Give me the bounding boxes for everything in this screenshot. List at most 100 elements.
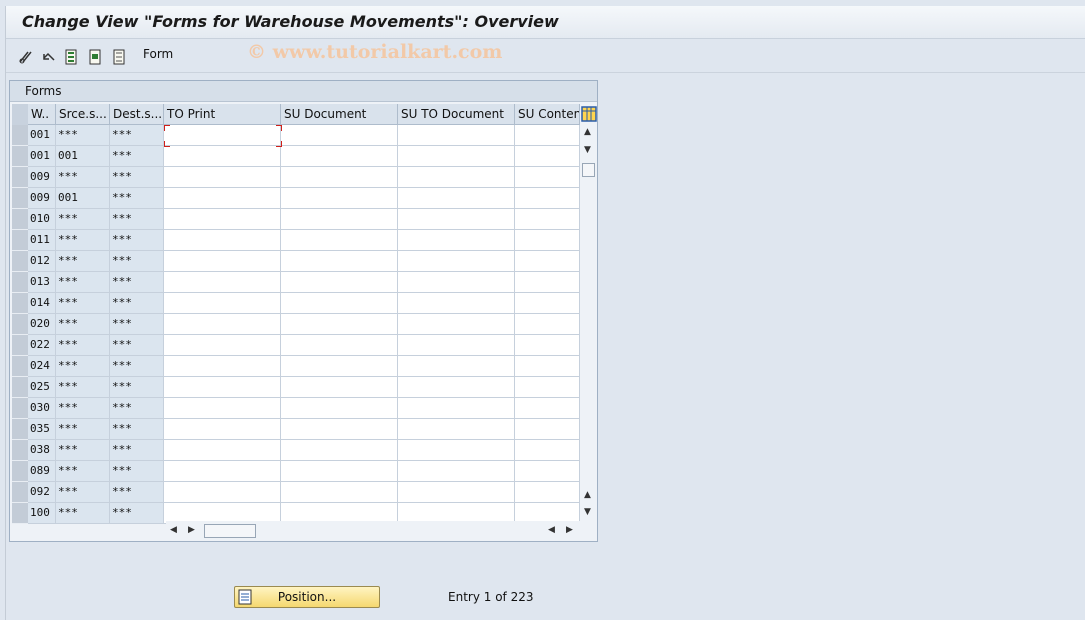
cell-su-document[interactable]	[281, 335, 398, 356]
cell-su-content[interactable]	[515, 377, 580, 398]
cell-su-document[interactable]	[281, 230, 398, 251]
cell-to-print[interactable]	[164, 440, 281, 461]
cell-su-document[interactable]	[281, 251, 398, 272]
cell-su-document[interactable]	[281, 188, 398, 209]
cell-to-print[interactable]	[164, 398, 281, 419]
scroll-end-right-icon[interactable]: ▶	[566, 525, 573, 535]
cell-to-print[interactable]	[164, 293, 281, 314]
row-selector[interactable]	[12, 503, 28, 524]
cell-to-print[interactable]	[164, 251, 281, 272]
cell-su-content[interactable]	[515, 482, 580, 503]
row-selector[interactable]	[12, 419, 28, 440]
cell-su-to-document[interactable]	[398, 230, 515, 251]
cell-to-print[interactable]	[164, 146, 281, 167]
cell-su-content[interactable]	[515, 188, 580, 209]
cell-su-content[interactable]	[515, 314, 580, 335]
scroll-page-up-icon[interactable]: ▲	[584, 490, 591, 500]
select-all-icon[interactable]	[64, 49, 80, 65]
row-selector[interactable]	[12, 230, 28, 251]
row-selector[interactable]	[12, 125, 28, 146]
column-header-su-document[interactable]: SU Document	[281, 104, 398, 125]
cell-su-to-document[interactable]	[398, 419, 515, 440]
cell-su-to-document[interactable]	[398, 482, 515, 503]
cell-su-to-document[interactable]	[398, 209, 515, 230]
cell-su-document[interactable]	[281, 314, 398, 335]
cell-to-print[interactable]	[164, 167, 281, 188]
cell-su-to-document[interactable]	[398, 398, 515, 419]
row-selector[interactable]	[12, 398, 28, 419]
column-header-source-storage[interactable]: Srce.s...	[56, 104, 110, 125]
cell-su-content[interactable]	[515, 167, 580, 188]
scroll-down-icon[interactable]: ▼	[584, 145, 591, 155]
column-settings-icon[interactable]	[581, 106, 597, 122]
column-header-su-content[interactable]: SU Content	[515, 104, 580, 125]
cell-to-print[interactable]	[164, 377, 281, 398]
cell-su-document[interactable]	[281, 482, 398, 503]
cell-su-document[interactable]	[281, 209, 398, 230]
vertical-scroll-thumb[interactable]	[582, 163, 595, 177]
select-all-rows-button[interactable]	[12, 104, 29, 125]
row-selector[interactable]	[12, 314, 28, 335]
cell-to-print[interactable]	[164, 356, 281, 377]
row-selector[interactable]	[12, 167, 28, 188]
cell-su-to-document[interactable]	[398, 377, 515, 398]
cell-su-to-document[interactable]	[398, 356, 515, 377]
cell-to-print[interactable]	[164, 188, 281, 209]
cell-su-to-document[interactable]	[398, 314, 515, 335]
cell-su-document[interactable]	[281, 356, 398, 377]
cell-su-to-document[interactable]	[398, 440, 515, 461]
scroll-right-icon[interactable]: ▶	[188, 525, 195, 535]
cell-su-content[interactable]	[515, 356, 580, 377]
cell-su-document[interactable]	[281, 293, 398, 314]
cell-su-document[interactable]	[281, 419, 398, 440]
cell-su-document[interactable]	[281, 125, 398, 146]
row-selector[interactable]	[12, 188, 28, 209]
horizontal-scroll-thumb[interactable]	[204, 524, 256, 538]
cell-su-content[interactable]	[515, 125, 580, 146]
cell-to-print[interactable]	[164, 272, 281, 293]
column-header-to-print[interactable]: TO Print	[164, 104, 281, 125]
column-header-warehouse[interactable]: W..	[28, 104, 56, 125]
cell-to-print[interactable]	[164, 461, 281, 482]
cell-su-content[interactable]	[515, 398, 580, 419]
cell-su-content[interactable]	[515, 251, 580, 272]
row-selector[interactable]	[12, 293, 28, 314]
row-selector[interactable]	[12, 440, 28, 461]
cell-su-content[interactable]	[515, 419, 580, 440]
cell-su-content[interactable]	[515, 335, 580, 356]
undo-icon[interactable]	[41, 49, 57, 65]
cell-su-to-document[interactable]	[398, 167, 515, 188]
row-selector[interactable]	[12, 356, 28, 377]
deselect-all-icon[interactable]	[112, 49, 128, 65]
cell-to-print[interactable]	[164, 209, 281, 230]
position-button[interactable]: Position...	[234, 586, 380, 608]
row-selector[interactable]	[12, 461, 28, 482]
scroll-page-down-icon[interactable]: ▼	[584, 507, 591, 517]
cell-su-content[interactable]	[515, 146, 580, 167]
select-block-icon[interactable]	[88, 49, 104, 65]
horizontal-scrollbar[interactable]: ◀ ▶ ◀ ▶	[166, 521, 580, 541]
cell-su-content[interactable]	[515, 272, 580, 293]
cell-to-print[interactable]	[164, 314, 281, 335]
cell-su-to-document[interactable]	[398, 125, 515, 146]
row-selector[interactable]	[12, 146, 28, 167]
cell-to-print[interactable]	[164, 230, 281, 251]
row-selector[interactable]	[12, 335, 28, 356]
cell-su-document[interactable]	[281, 272, 398, 293]
cell-su-document[interactable]	[281, 440, 398, 461]
cell-su-content[interactable]	[515, 440, 580, 461]
edit-glasses-icon[interactable]	[18, 49, 34, 65]
cell-su-to-document[interactable]	[398, 335, 515, 356]
cell-su-to-document[interactable]	[398, 251, 515, 272]
cell-su-to-document[interactable]	[398, 146, 515, 167]
cell-su-to-document[interactable]	[398, 272, 515, 293]
cell-su-content[interactable]	[515, 461, 580, 482]
row-selector[interactable]	[12, 209, 28, 230]
scroll-end-left-icon[interactable]: ◀	[548, 525, 555, 535]
cell-to-print[interactable]	[164, 419, 281, 440]
cell-su-document[interactable]	[281, 377, 398, 398]
cell-su-to-document[interactable]	[398, 188, 515, 209]
column-header-dest-storage[interactable]: Dest.s...	[110, 104, 164, 125]
cell-su-document[interactable]	[281, 167, 398, 188]
cell-su-to-document[interactable]	[398, 293, 515, 314]
